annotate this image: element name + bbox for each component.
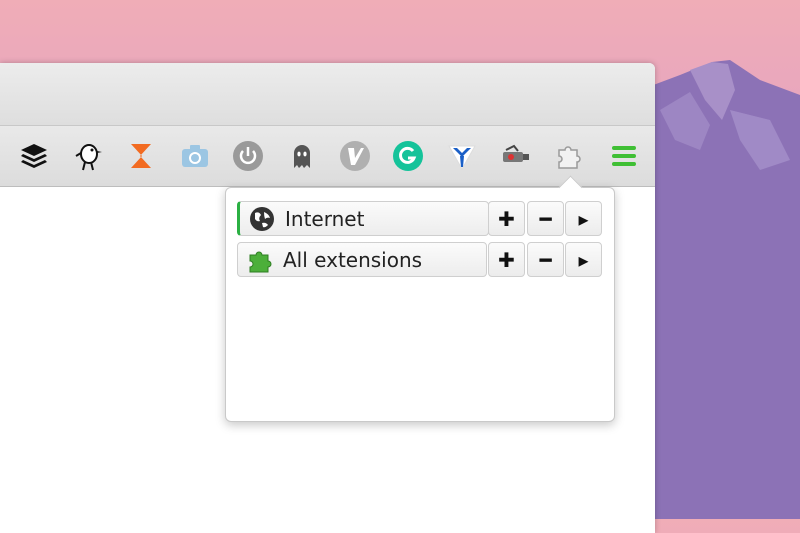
profile-internet[interactable]: Internet	[237, 201, 489, 236]
more-button[interactable]: ▸	[565, 201, 602, 236]
menu-icon[interactable]	[608, 140, 640, 172]
bird-icon[interactable]	[72, 140, 104, 172]
globe-icon	[250, 206, 274, 231]
title-bar	[0, 63, 655, 126]
power-icon[interactable]	[232, 140, 264, 172]
vimium-icon[interactable]	[339, 140, 371, 172]
toolbar	[0, 126, 655, 187]
remove-button[interactable]: ━	[527, 242, 564, 277]
extensions-popup: Internet ✚ ━ ▸ All extensions ✚ ━ ▸	[225, 175, 615, 422]
row-label: All extensions	[283, 247, 423, 272]
shield-icon[interactable]	[446, 140, 478, 172]
puzzle-icon	[249, 251, 272, 272]
spy-icon[interactable]	[500, 140, 532, 172]
camera-icon[interactable]	[179, 140, 211, 172]
more-button[interactable]: ▸	[565, 242, 602, 277]
puzzle-icon[interactable]	[553, 140, 585, 172]
buffer-icon[interactable]	[18, 140, 50, 172]
row-label: Internet	[285, 206, 365, 231]
remove-button[interactable]: ━	[527, 201, 564, 236]
profile-all-extensions[interactable]: All extensions	[237, 242, 487, 277]
ghost-icon[interactable]	[286, 140, 318, 172]
add-button[interactable]: ✚	[488, 201, 525, 236]
grammarly-icon[interactable]	[392, 140, 424, 172]
zotero-icon[interactable]	[125, 140, 157, 172]
add-button[interactable]: ✚	[488, 242, 525, 277]
